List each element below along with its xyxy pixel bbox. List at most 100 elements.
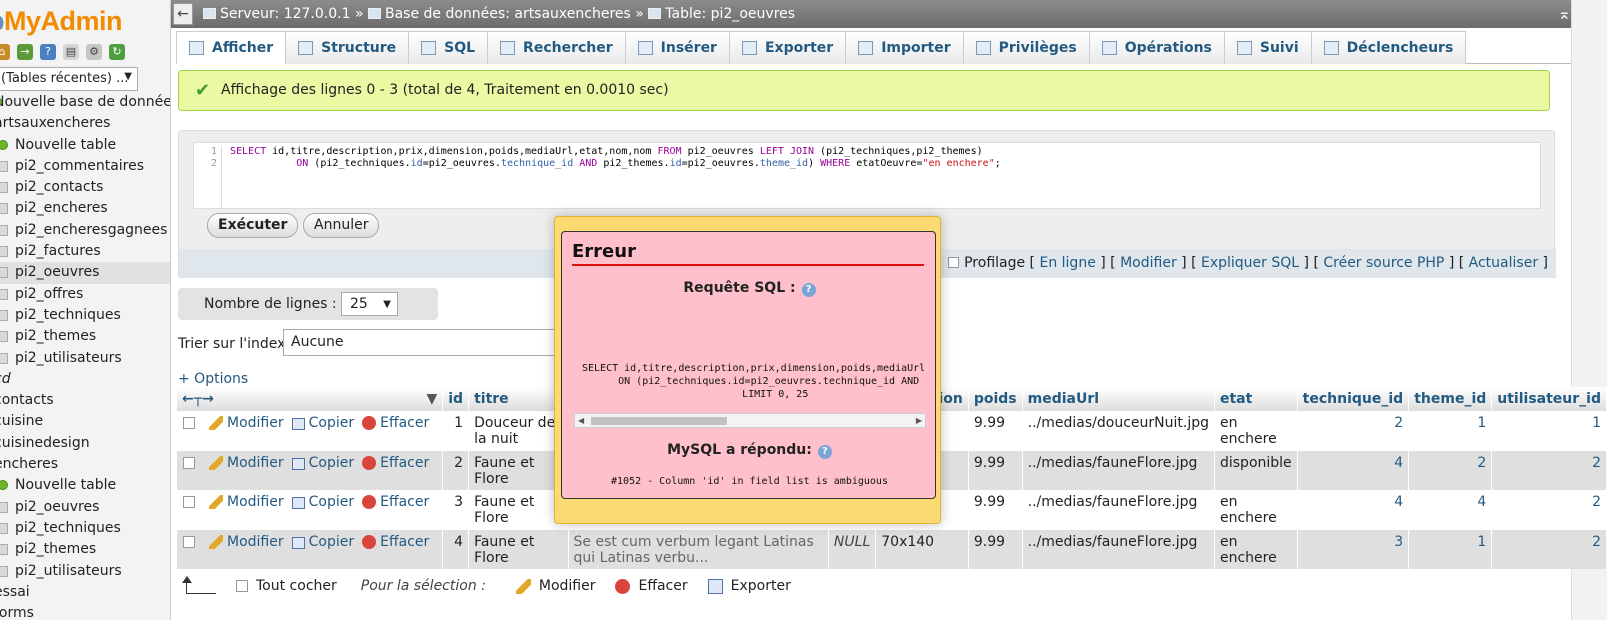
tree-item[interactable]: pi2_themes [0,326,170,347]
cell-utilisateur-id[interactable]: 2 [1491,529,1607,570]
creer-source-php-link[interactable]: Créer source PHP [1323,255,1444,271]
tree-item[interactable]: Nouvelle table [0,135,170,156]
tree-item[interactable]: pi2_encheresgagnees [0,220,170,241]
tree-item[interactable]: pi2_oeuvres [0,497,170,518]
tab-exporter[interactable]: Exporter [728,31,847,64]
tab-sql[interactable]: SQL [408,31,489,64]
tree-item[interactable]: forms [0,603,170,620]
sort-toggle-icon[interactable]: ▼ [426,391,437,407]
tree-item[interactable]: cuisine [0,411,170,432]
row-modifier-link[interactable]: Modifier [227,455,284,471]
tree-item[interactable]: pi2_utilisateurs [0,561,170,582]
row-copier-link[interactable]: Copier [309,494,355,510]
annuler-button[interactable]: Annuler [303,213,380,238]
row-checkbox[interactable] [183,456,195,469]
row-effacer-link[interactable]: Effacer [380,494,429,510]
bulk-effacer-button[interactable]: Effacer [638,578,687,594]
row-modifier-link[interactable]: Modifier [227,494,284,510]
column-header-poids[interactable]: poids [968,387,1023,411]
options-link[interactable]: + Options [178,371,248,387]
tree-item[interactable]: encheres [0,454,170,475]
bulk-exporter-button[interactable]: Exporter [731,578,791,594]
row-effacer-link[interactable]: Effacer [380,455,429,471]
column-header-etat[interactable]: etat [1214,387,1298,411]
cell-technique-id[interactable]: 4 [1297,490,1410,530]
cell-theme-id[interactable]: 1 [1408,529,1493,570]
tree-item[interactable]: pi2_techniques [0,305,170,326]
tree-item[interactable]: pi2_oeuvres [0,262,170,284]
column-header-utilisateur-id[interactable]: utilisateur_id [1491,387,1607,411]
cell-utilisateur-id[interactable]: 2 [1491,450,1607,491]
tab-privilèges[interactable]: Privilèges [962,31,1090,64]
phpmyadmin-logo[interactable]: pMyAdmin [0,6,123,37]
row-modifier-link[interactable]: Modifier [227,534,284,550]
tree-item[interactable]: pi2_themes [0,539,170,560]
column-header-theme-id[interactable]: theme_id [1408,387,1493,411]
tree-item[interactable]: pi2_commentaires [0,156,170,177]
scroll-left-icon[interactable]: ◀ [578,414,584,427]
row-effacer-link[interactable]: Effacer [380,534,429,550]
horizontal-scrollbar[interactable]: ◀ ▶ [574,413,926,428]
tree-item[interactable]: pi2_factures [0,241,170,262]
cell-theme-id[interactable]: 1 [1408,411,1493,451]
row-modifier-link[interactable]: Modifier [227,415,284,431]
cell-theme-id[interactable]: 4 [1408,490,1493,530]
tab-suivi[interactable]: Suivi [1223,31,1312,64]
sort-index-select[interactable]: Aucune [283,329,583,356]
sql-editor[interactable]: 12 SELECT id,titre,description,prix,dime… [193,142,1541,209]
cell-utilisateur-id[interactable]: 2 [1491,490,1607,530]
tree-item[interactable]: essai [0,582,170,603]
tree-item[interactable]: pi2_contacts [0,177,170,198]
column-header-mediaurl[interactable]: mediaUrl [1022,387,1215,411]
recent-tables-select[interactable]: (Tables récentes) ... ▼ [0,67,138,91]
help-icon[interactable]: ? [801,283,816,297]
tab-déclencheurs[interactable]: Déclencheurs [1310,31,1467,64]
help-icon[interactable]: ? [817,445,832,459]
cell-technique-id[interactable]: 4 [1297,450,1410,491]
tout-cocher-checkbox[interactable] [236,580,248,592]
collapse-nav-button[interactable]: ← [173,3,193,25]
tab-rechercher[interactable]: Rechercher [487,31,626,64]
tree-item[interactable]: artsauxencheres [0,113,170,134]
home-icon[interactable]: ⌂ [0,44,10,60]
tree-item[interactable]: cd [0,369,170,390]
actualiser-link[interactable]: Actualiser [1469,255,1538,271]
logout-icon[interactable]: → [17,44,33,60]
tab-structure[interactable]: Structure [285,31,410,64]
settings-icon[interactable]: ⚙ [86,44,102,60]
row-copier-link[interactable]: Copier [309,534,355,550]
row-checkbox[interactable] [183,496,195,509]
cell-theme-id[interactable]: 2 [1408,450,1493,491]
row-copier-link[interactable]: Copier [309,415,355,431]
tab-insérer[interactable]: Insérer [624,31,730,64]
tree-item[interactable]: Nouvelle table [0,475,170,496]
modifier-link[interactable]: Modifier [1120,255,1177,271]
tree-item[interactable]: pi2_techniques [0,518,170,539]
row-checkbox[interactable] [183,417,195,429]
en-ligne-link[interactable]: En ligne [1039,255,1095,271]
tab-afficher[interactable]: Afficher [176,31,287,64]
column-header-id[interactable]: id [442,387,470,411]
scroll-right-icon[interactable]: ▶ [916,414,922,427]
reload-icon[interactable]: ↻ [109,44,125,60]
tree-item[interactable]: Nouvelle base de données [0,92,170,113]
breadcrumb-table[interactable]: Table: pi2_oeuvres [665,6,795,22]
row-effacer-link[interactable]: Effacer [380,415,429,431]
tree-item[interactable]: contacts [0,390,170,411]
cell-technique-id[interactable]: 2 [1297,411,1410,451]
cell-technique-id[interactable]: 3 [1297,529,1410,570]
tab-opérations[interactable]: Opérations [1088,31,1225,64]
column-header-technique-id[interactable]: technique_id [1297,387,1410,411]
expliquer-sql-link[interactable]: Expliquer SQL [1201,255,1299,271]
collapse-topbar-icon[interactable]: ⌅ [1558,0,1571,28]
profilage-checkbox[interactable] [948,257,960,268]
help-icon[interactable]: ? [40,44,56,60]
scroll-thumb[interactable] [591,417,727,425]
docs-icon[interactable]: ▤ [63,44,79,60]
bulk-modifier-button[interactable]: Modifier [539,578,596,594]
cell-utilisateur-id[interactable]: 1 [1491,411,1607,451]
tab-importer[interactable]: Importer [845,31,964,64]
tree-item[interactable]: cuisinedesign [0,433,170,454]
tree-item[interactable]: pi2_offres [0,284,170,305]
row-copier-link[interactable]: Copier [309,455,355,471]
